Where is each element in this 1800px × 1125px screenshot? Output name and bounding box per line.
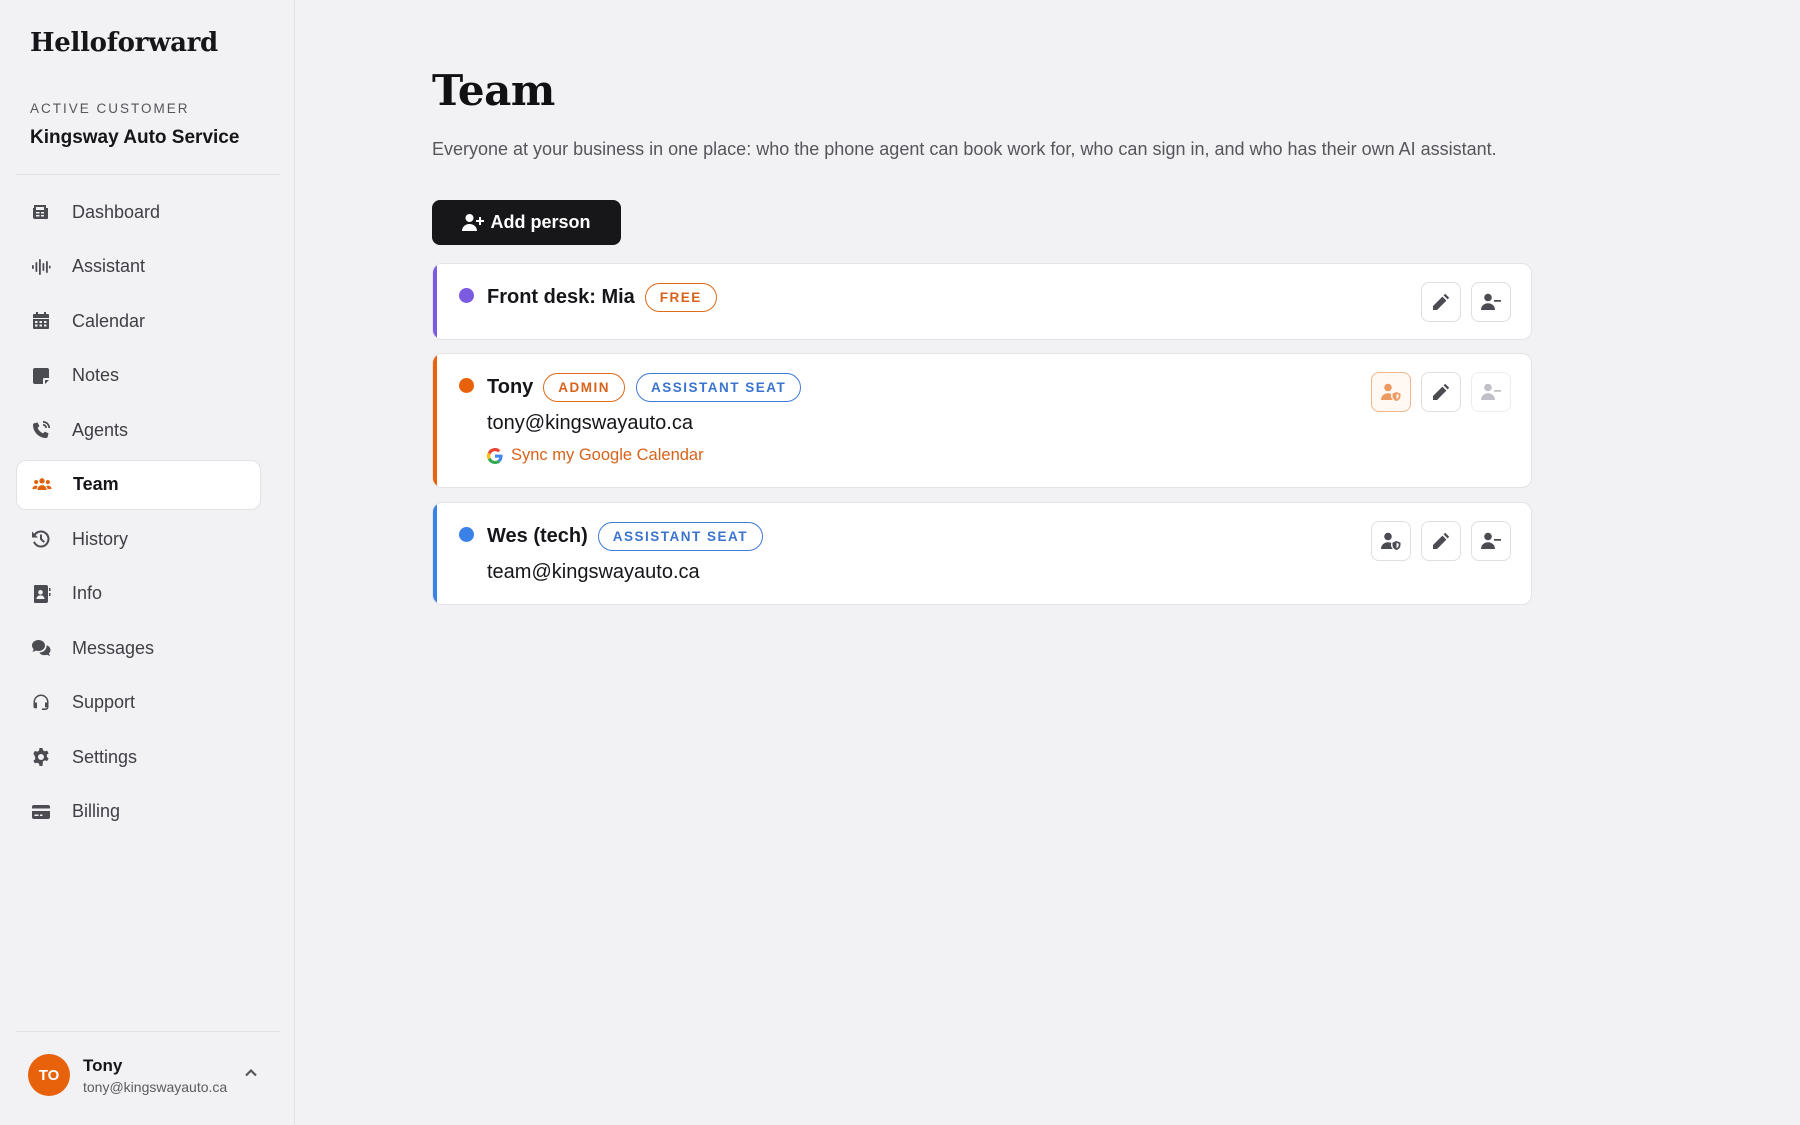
- sidebar-item-label: Notes: [72, 365, 120, 385]
- waveform-icon: [30, 256, 52, 278]
- sidebar-item-label: Assistant: [72, 256, 146, 276]
- sidebar-item-label: Calendar: [72, 310, 146, 331]
- status-dot: [459, 378, 474, 393]
- calendar-icon: [30, 310, 52, 332]
- sync-google-calendar-link[interactable]: Sync my Google Calendar: [487, 446, 704, 465]
- history-icon: [30, 528, 52, 550]
- user-minus-icon: [1481, 383, 1501, 400]
- remove-person-button[interactable]: [1471, 521, 1511, 561]
- sidebar-item-label: Agents: [72, 419, 129, 440]
- gear-icon: [30, 746, 52, 768]
- user-info: Tony tony@kingswayauto.ca: [83, 1056, 227, 1095]
- app-logo[interactable]: Helloforward: [30, 28, 218, 58]
- user-plus-icon: [462, 213, 485, 231]
- active-customer-label: ACTIVE CUSTOMER: [30, 101, 190, 116]
- phone-volume-icon: [30, 419, 52, 441]
- headset-icon: [30, 692, 52, 714]
- person-name: Wes (tech): [487, 525, 588, 547]
- avatar: TO: [28, 1054, 70, 1096]
- card-header: Tony ADMIN ASSISTANT SEAT: [487, 373, 812, 402]
- page-title: Team: [432, 66, 555, 115]
- sidebar-item-notes[interactable]: Notes: [16, 351, 261, 401]
- assistant-seat-toggle-button[interactable]: [1371, 521, 1411, 561]
- sidebar-item-label: Team: [73, 474, 119, 494]
- remove-person-button[interactable]: [1471, 372, 1511, 412]
- newspaper-icon: [30, 201, 52, 223]
- assistant-seat-badge: ASSISTANT SEAT: [597, 522, 764, 551]
- chevron-up-icon[interactable]: [242, 1064, 260, 1082]
- user-shield-icon: [1381, 383, 1401, 401]
- person-name: Tony: [487, 376, 534, 398]
- admin-badge: ADMIN: [543, 373, 626, 402]
- users-icon: [31, 474, 53, 496]
- card-stripe: [433, 503, 437, 604]
- sidebar-divider: [16, 174, 280, 175]
- card-header: Wes (tech) ASSISTANT SEAT: [487, 522, 774, 551]
- user-name: Tony: [83, 1055, 123, 1075]
- sidebar-divider: [16, 1031, 280, 1032]
- pencil-icon: [1433, 383, 1450, 400]
- credit-card-icon: [30, 801, 52, 823]
- person-name: Front desk: Mia: [487, 286, 635, 308]
- edit-button[interactable]: [1421, 372, 1461, 412]
- free-badge: FREE: [644, 283, 717, 312]
- sidebar: Helloforward ACTIVE CUSTOMER Kingsway Au…: [0, 0, 295, 1125]
- page-description: Everyone at your business in one place: …: [432, 139, 1497, 159]
- card-actions: [1411, 282, 1511, 322]
- sidebar-item-label: Dashboard: [72, 201, 161, 222]
- sync-label: Sync my Google Calendar: [511, 446, 704, 464]
- pencil-icon: [1433, 293, 1450, 310]
- sidebar-item-assistant[interactable]: Assistant: [16, 242, 261, 292]
- sidebar-item-label: Billing: [72, 801, 121, 821]
- sidebar-item-support[interactable]: Support: [16, 678, 261, 728]
- sidebar-item-team[interactable]: Team: [16, 459, 261, 510]
- sidebar-item-settings[interactable]: Settings: [16, 732, 261, 782]
- person-email: team@kingswayauto.ca: [487, 561, 700, 583]
- assistant-seat-badge: ASSISTANT SEAT: [636, 373, 802, 402]
- active-customer-name[interactable]: Kingsway Auto Service: [30, 127, 239, 149]
- add-person-label: Add person: [490, 212, 591, 232]
- card-stripe: [433, 264, 437, 339]
- comments-icon: [30, 637, 52, 659]
- sidebar-item-info[interactable]: Info: [16, 569, 261, 619]
- person-email: tony@kingswayauto.ca: [487, 412, 693, 434]
- add-person-button[interactable]: Add person: [432, 200, 621, 245]
- team-card-front-desk: Front desk: Mia FREE: [432, 263, 1532, 340]
- status-dot: [459, 527, 474, 542]
- remove-person-button[interactable]: [1471, 282, 1511, 322]
- sidebar-nav: Dashboard Assistant Calendar Notes Agent…: [16, 187, 261, 841]
- user-minus-icon: [1481, 293, 1501, 310]
- team-card-wes: Wes (tech) ASSISTANT SEAT team@kingswaya…: [432, 502, 1532, 605]
- team-card-tony: Tony ADMIN ASSISTANT SEAT tony@kingswaya…: [432, 353, 1532, 488]
- sidebar-item-billing[interactable]: Billing: [16, 787, 261, 837]
- google-icon: [487, 447, 503, 464]
- sticky-note-icon: [30, 365, 52, 387]
- user-minus-icon: [1481, 532, 1501, 549]
- user-shield-icon: [1381, 532, 1401, 550]
- edit-button[interactable]: [1421, 282, 1461, 322]
- sidebar-item-calendar[interactable]: Calendar: [16, 296, 261, 346]
- sidebar-item-label: Support: [72, 692, 136, 712]
- card-stripe: [433, 354, 437, 487]
- card-actions: [1361, 521, 1511, 561]
- card-actions: [1361, 372, 1511, 412]
- sidebar-item-label: Info: [72, 583, 103, 603]
- sidebar-item-label: Settings: [72, 746, 138, 767]
- status-dot: [459, 288, 474, 303]
- sidebar-item-history[interactable]: History: [16, 514, 261, 564]
- user-menu[interactable]: TO Tony tony@kingswayauto.ca: [16, 1040, 280, 1110]
- edit-button[interactable]: [1421, 521, 1461, 561]
- assistant-seat-toggle-button[interactable]: [1371, 372, 1411, 412]
- sidebar-item-label: Messages: [72, 637, 155, 658]
- sidebar-item-dashboard[interactable]: Dashboard: [16, 187, 261, 237]
- pencil-icon: [1433, 532, 1450, 549]
- card-header: Front desk: Mia FREE: [487, 283, 728, 312]
- sidebar-item-label: History: [72, 528, 129, 549]
- sidebar-item-agents[interactable]: Agents: [16, 405, 261, 455]
- sidebar-item-messages[interactable]: Messages: [16, 623, 261, 673]
- user-email: tony@kingswayauto.ca: [83, 1078, 228, 1095]
- address-book-icon: [30, 583, 52, 605]
